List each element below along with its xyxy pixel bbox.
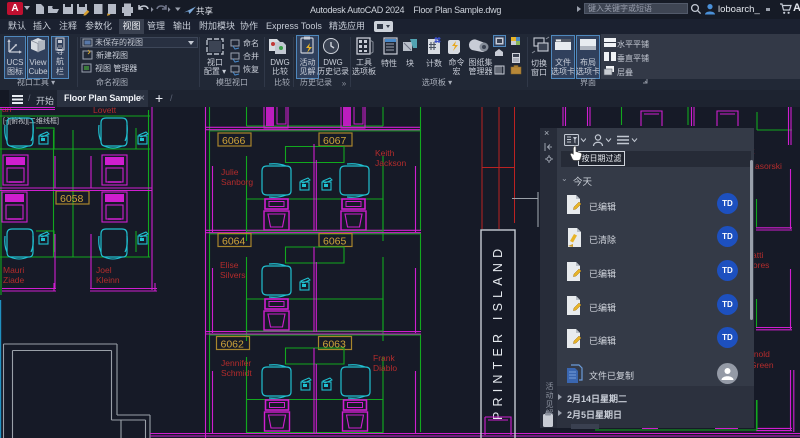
svg-text:Joel: Joel xyxy=(96,265,112,275)
svg-text:6067: 6067 xyxy=(323,135,347,147)
svg-text:Frank: Frank xyxy=(373,353,395,363)
svg-text:Mauri: Mauri xyxy=(3,265,24,275)
svg-text:6064: 6064 xyxy=(222,236,246,248)
svg-text:Jennifer: Jennifer xyxy=(221,358,251,368)
svg-text:6063: 6063 xyxy=(323,339,347,351)
svg-text:Keith: Keith xyxy=(375,148,395,158)
svg-text:Silvers: Silvers xyxy=(220,270,246,280)
svg-text:Jackson: Jackson xyxy=(375,158,406,168)
svg-text:6065: 6065 xyxy=(323,236,347,248)
svg-text:Ziade: Ziade xyxy=(3,275,25,285)
svg-text:Elise: Elise xyxy=(220,260,239,270)
svg-text:asorski: asorski xyxy=(755,161,782,171)
svg-text:Kleinn: Kleinn xyxy=(96,275,120,285)
svg-text:Schmidt: Schmidt xyxy=(221,368,252,378)
svg-text:6066: 6066 xyxy=(222,135,246,147)
svg-text:6062: 6062 xyxy=(221,339,245,351)
svg-text:Diablo: Diablo xyxy=(373,363,397,373)
svg-text:[-][俯视][二维线框]: [-][俯视][二维线框] xyxy=(3,116,59,125)
svg-text:Sanborg: Sanborg xyxy=(221,177,253,187)
svg-text:6058: 6058 xyxy=(60,193,84,205)
svg-text:Lovett: Lovett xyxy=(93,107,117,115)
svg-text:Julie: Julie xyxy=(221,167,239,177)
svg-text:PRINTER ISLAND: PRINTER ISLAND xyxy=(491,244,505,420)
